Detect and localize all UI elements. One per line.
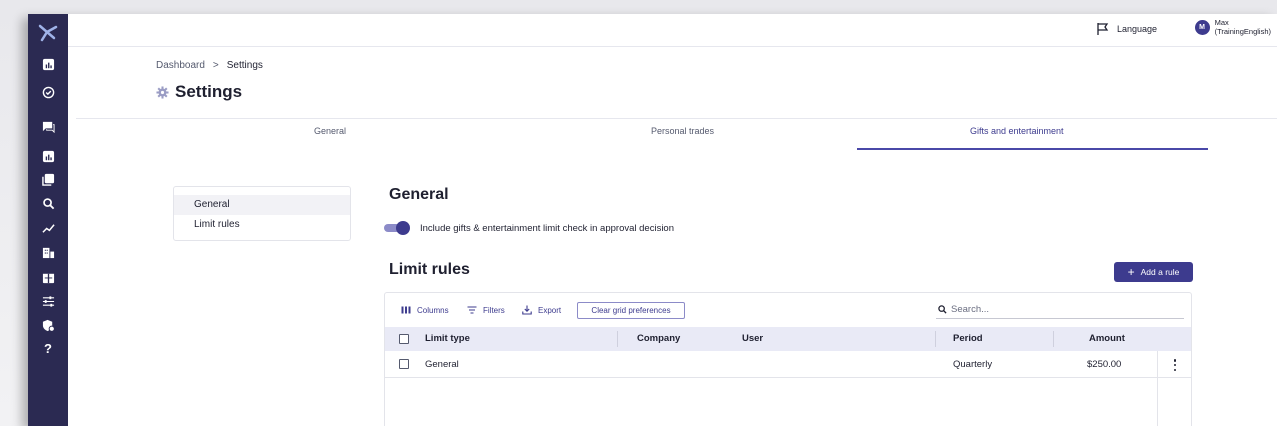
dashboard-icon[interactable] <box>38 54 58 74</box>
sidebar: ? <box>28 14 68 426</box>
search-input[interactable] <box>951 304 1171 315</box>
download-icon <box>522 305 532 315</box>
columns-button[interactable]: Columns <box>401 305 449 315</box>
avatar: M <box>1194 20 1210 35</box>
breadcrumb-separator: > <box>212 60 219 71</box>
column-header-amount[interactable]: Amount <box>1089 327 1125 351</box>
row-checkbox[interactable] <box>399 359 409 369</box>
sliders-icon[interactable] <box>38 291 58 311</box>
breadcrumb-current: Settings <box>226 60 263 71</box>
column-header-period[interactable]: Period <box>953 327 983 351</box>
filters-label: Filters <box>483 305 505 315</box>
top-bar: Language M Max (TrainingEnglish) <box>68 14 1277 47</box>
breadcrumb: Dashboard > Settings <box>156 60 263 71</box>
sidenav-item-limit-rules[interactable]: Limit rules <box>174 215 350 235</box>
logo-icon[interactable] <box>37 24 59 42</box>
grid-header-row: Limit type Company User Period Amount <box>385 327 1191 351</box>
toggle-knob <box>396 221 410 235</box>
clear-grid-preferences-button[interactable]: Clear grid preferences <box>577 302 685 319</box>
export-label: Export <box>538 305 562 315</box>
cell-period: Quarterly <box>953 359 993 370</box>
help-icon[interactable]: ? <box>38 338 58 358</box>
plus-icon: + <box>1127 265 1135 279</box>
tabs-divider <box>76 118 1277 119</box>
export-button[interactable]: Export <box>522 305 561 315</box>
tab-gifts-and-entertainment[interactable]: Gifts and entertainment <box>970 126 1064 136</box>
report-icon[interactable] <box>38 146 58 166</box>
tab-personal-trades[interactable]: Personal trades <box>651 126 714 136</box>
limit-check-toggle-label: Include gifts & entertainment limit chec… <box>420 223 674 234</box>
settings-sidenav: General Limit rules <box>173 186 351 241</box>
check-circle-icon[interactable] <box>38 82 58 102</box>
user-name-line2: (TrainingEnglish) <box>1214 26 1271 36</box>
shield-icon[interactable] <box>38 315 58 335</box>
search-icon <box>938 305 947 314</box>
grid-search <box>936 301 1184 319</box>
grid-toolbar: Columns Filters Export Clear grid prefer… <box>385 293 1191 327</box>
gift-icon[interactable] <box>38 267 58 287</box>
cell-amount: $250.00 <box>1087 359 1122 370</box>
select-all-checkbox[interactable] <box>399 334 409 344</box>
filters-button[interactable]: Filters <box>467 305 505 315</box>
documents-icon[interactable] <box>38 169 58 189</box>
limit-rules-grid: Columns Filters Export Clear grid prefer… <box>384 292 1192 426</box>
chat-icon[interactable] <box>38 116 58 136</box>
filter-icon <box>467 306 477 314</box>
limit-rules-heading: Limit rules <box>389 261 470 278</box>
general-heading: General <box>389 186 449 203</box>
column-separator <box>1053 331 1054 347</box>
flag-icon <box>1097 23 1109 35</box>
active-tab-indicator <box>857 148 1208 150</box>
page-title: Settings <box>156 82 242 102</box>
table-row[interactable]: General Quarterly $250.00 <box>385 351 1191 378</box>
columns-icon <box>401 306 411 314</box>
add-rule-button[interactable]: + Add a rule <box>1114 262 1193 282</box>
language-label: Language <box>1116 24 1157 34</box>
row-actions-icon[interactable] <box>1171 359 1179 371</box>
building-icon[interactable] <box>38 242 58 262</box>
column-separator <box>935 331 936 347</box>
column-header-limit-type[interactable]: Limit type <box>425 327 470 351</box>
language-selector[interactable]: Language <box>1096 22 1157 36</box>
column-header-user[interactable]: User <box>742 327 763 351</box>
app-window: ? Language M Max (TrainingEnglish) Dashb… <box>28 14 1277 426</box>
columns-label: Columns <box>417 305 449 315</box>
cell-limit-type: General <box>425 359 459 370</box>
limit-check-toggle[interactable] <box>384 221 410 235</box>
sidenav-item-general[interactable]: General <box>174 195 350 215</box>
column-header-company[interactable]: Company <box>637 327 680 351</box>
add-rule-label: Add a rule <box>1140 267 1180 277</box>
breadcrumb-dashboard[interactable]: Dashboard <box>156 60 205 71</box>
actions-column-divider <box>1157 351 1158 426</box>
page-title-text: Settings <box>175 82 243 101</box>
tab-general[interactable]: General <box>314 126 346 136</box>
trend-icon[interactable] <box>38 218 58 238</box>
user-name: Max (TrainingEnglish) <box>1214 18 1271 36</box>
search-icon[interactable] <box>38 193 58 213</box>
user-menu[interactable]: M Max (TrainingEnglish) <box>1194 18 1271 36</box>
column-separator <box>617 331 618 347</box>
gear-icon <box>156 85 169 99</box>
